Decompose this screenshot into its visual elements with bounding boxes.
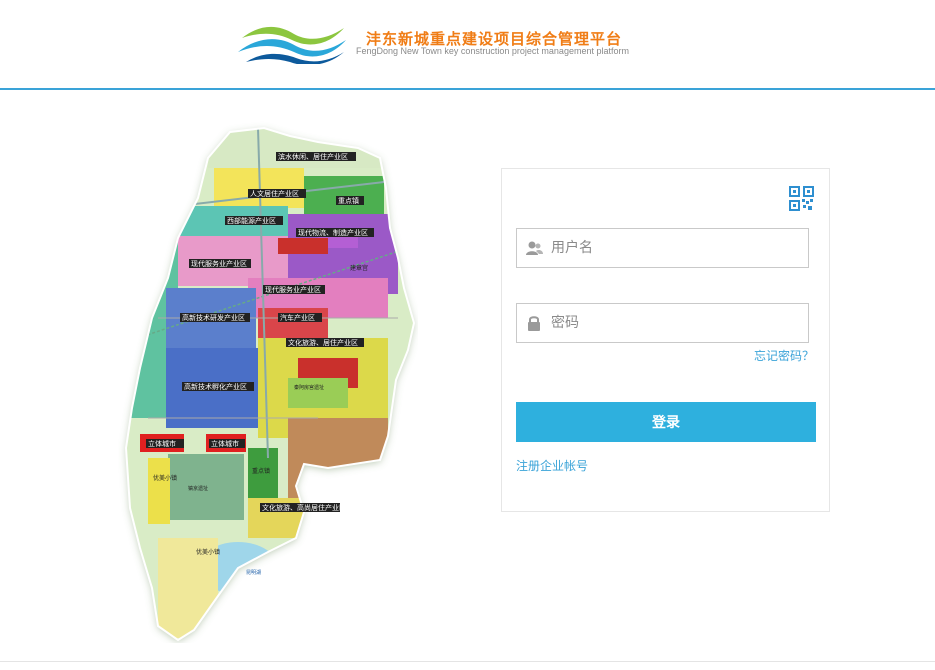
district-map: 滨水休闲、居住产业区 人文居住产业区 重点镇 西部能源产业区 现代物流、制造产业…	[118, 118, 418, 643]
map-label-l12: 秦阿房宫遗址	[294, 384, 324, 391]
password-input[interactable]	[551, 304, 801, 342]
map-label-l6: 现代服务业产业区	[191, 259, 247, 268]
app-subtitle: FengDong New Town key construction proje…	[356, 46, 629, 56]
footer-divider	[0, 661, 935, 662]
password-field[interactable]	[516, 303, 809, 343]
user-icon	[526, 241, 543, 255]
login-panel: 忘记密码？ 登录 注册企业帐号	[501, 168, 830, 512]
map-label-l16: 优美小镇	[153, 474, 177, 482]
username-field[interactable]	[516, 228, 809, 268]
map-label-l18: 重点镇	[252, 467, 270, 475]
map-label-l1: 滨水休闲、居住产业区	[278, 152, 348, 161]
map-label-l5: 现代物流、制造产业区	[298, 228, 368, 237]
map-label-l20: 优美小镇	[196, 548, 220, 556]
map-label-l3: 重点镇	[338, 196, 359, 205]
map-label-l14: 立体城市	[148, 439, 176, 448]
map-label-l2: 人文居住产业区	[250, 189, 299, 198]
map-label-l8: 现代服务业产业区	[265, 285, 321, 294]
map-label-l17: 镐京遗址	[188, 485, 208, 492]
lock-icon	[528, 316, 540, 331]
map-label-l13: 高新技术孵化产业区	[184, 382, 247, 391]
page-header: 沣东新城重点建设项目综合管理平台 FengDong New Town key c…	[0, 0, 935, 90]
register-link[interactable]: 注册企业帐号	[516, 457, 588, 474]
qr-code-icon[interactable]	[789, 186, 814, 211]
logo-icon	[238, 26, 346, 64]
map-label-l19: 文化旅游、高尚居住产业区	[262, 503, 346, 512]
map-label-l9: 高新技术研发产业区	[182, 313, 245, 322]
map-label-l21: 昆明湖	[246, 569, 261, 576]
map-label-l4: 西部能源产业区	[227, 216, 276, 225]
forgot-password-link[interactable]: 忘记密码？	[754, 347, 814, 364]
username-input[interactable]	[551, 229, 801, 267]
login-button[interactable]: 登录	[516, 402, 816, 442]
map-label-l7: 建章宫	[350, 264, 368, 272]
map-label-l10: 汽车产业区	[280, 313, 315, 322]
map-label-l11: 文化旅游、居住产业区	[288, 338, 358, 347]
map-label-l15: 立体城市	[211, 439, 239, 448]
